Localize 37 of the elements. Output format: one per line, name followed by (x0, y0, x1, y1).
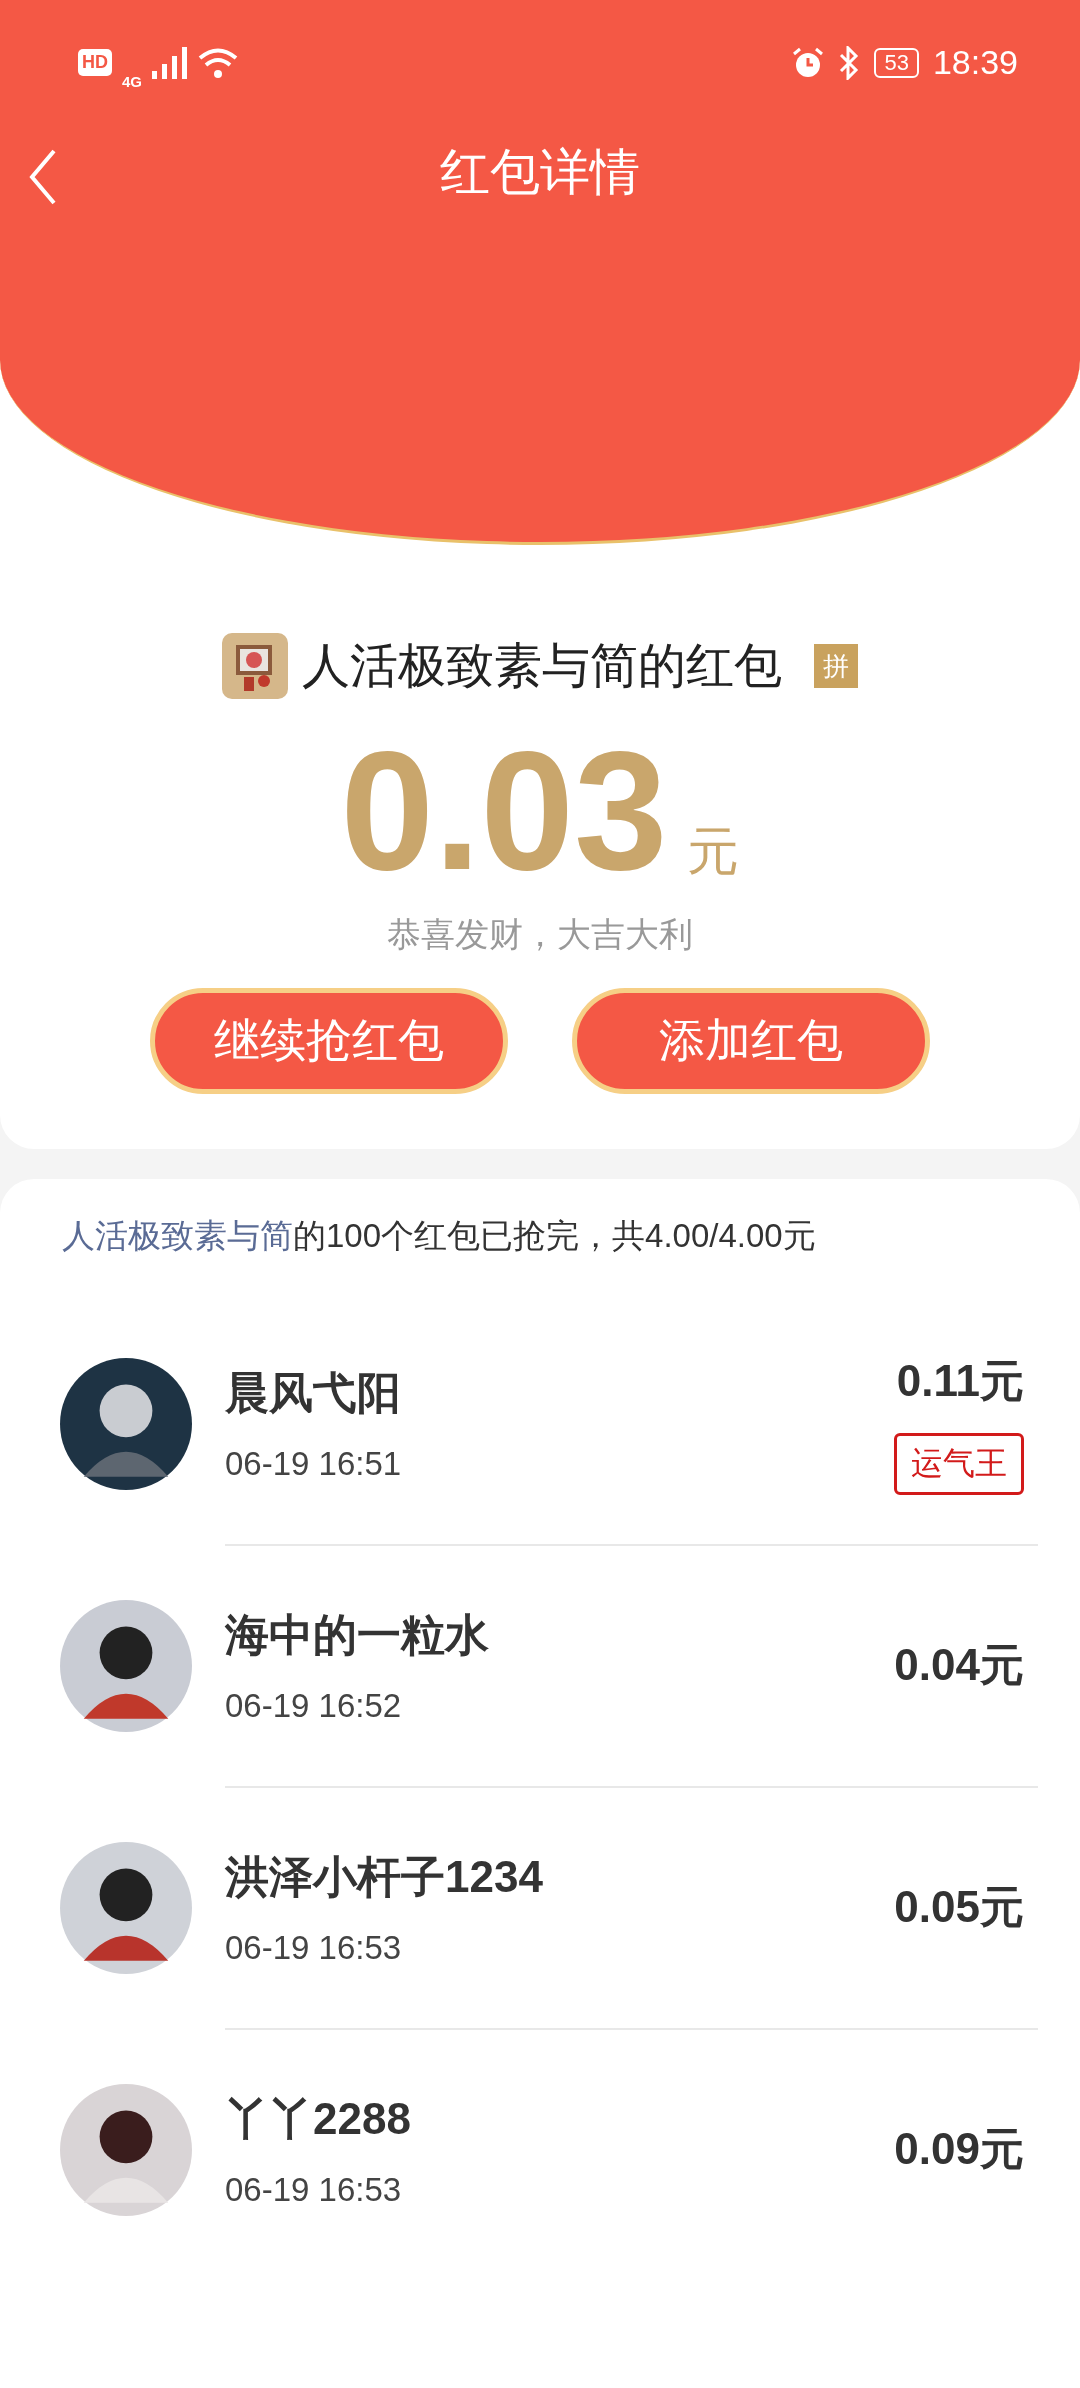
avatar-icon (60, 1357, 192, 1490)
status-time: 18:39 (932, 43, 1018, 82)
grab-amount: 0.05元 (894, 1881, 1024, 1934)
user-name: 洪泽小杆子1234 (225, 1851, 544, 1904)
grab-time: 06-19 16:52 (225, 1687, 403, 1726)
back-icon[interactable] (28, 149, 58, 205)
alarm-icon (792, 46, 825, 79)
hd-indicator: HD (78, 49, 112, 76)
bluetooth-icon (838, 45, 861, 80)
sender-link[interactable]: 人活极致素与简 (62, 1216, 293, 1254)
grab-time: 06-19 16:53 (225, 1929, 403, 1968)
page-title: 红包详情 (440, 144, 640, 200)
sender-title: 人活极致素与简的红包 (302, 638, 782, 694)
group-tag: 拼 (814, 644, 858, 688)
user-name: 海中的一粒水 (225, 1609, 490, 1662)
grab-time: 06-19 16:51 (225, 1445, 403, 1484)
grab-amount: 0.09元 (894, 2123, 1024, 2176)
network-type: 4G (122, 73, 142, 90)
user-name: 晨风弋阳 (225, 1367, 402, 1420)
continue-button[interactable]: 继续抢红包 (150, 987, 508, 1094)
greeting-text: 恭喜发财，大吉大利 (387, 914, 693, 953)
signal-icon (152, 46, 188, 79)
avatar-icon (60, 1841, 192, 1974)
amount-value: 0.03 (340, 719, 668, 904)
sender-avatar-icon (222, 633, 288, 699)
summary-text: 的100个红包已抢完，共4.00/4.00元 (293, 1216, 816, 1254)
battery-indicator: 53 (874, 47, 919, 78)
user-name: 丫丫2288 (225, 2093, 412, 2146)
grab-amount: 0.04元 (894, 1639, 1024, 1692)
grab-time: 06-19 16:53 (225, 2171, 403, 2210)
add-button[interactable]: 添加红包 (572, 987, 930, 1094)
amount-unit: 元 (687, 821, 740, 882)
grab-amount: 0.11元 (896, 1355, 1024, 1408)
best-luck-badge: 运气王 (894, 1433, 1024, 1496)
avatar-icon (60, 1599, 192, 1732)
avatar-icon (60, 2083, 192, 2216)
wifi-icon (198, 46, 238, 79)
